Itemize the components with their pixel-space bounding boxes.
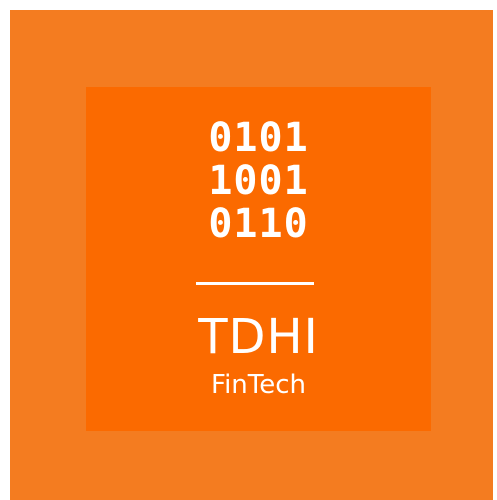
binary-code: 0101 1001 0110: [86, 117, 431, 246]
logo-tile: 0101 1001 0110 TDHI FinTech: [86, 87, 431, 431]
logo-subtitle: FinTech: [211, 370, 306, 400]
binary-row-1: 0101: [208, 115, 309, 161]
page: 0101 1001 0110 TDHI FinTech: [0, 0, 497, 500]
binary-row-3: 0110: [208, 201, 309, 247]
divider-line: [196, 282, 314, 285]
binary-row-2: 1001: [208, 158, 309, 204]
logo-title: TDHI: [198, 309, 319, 365]
